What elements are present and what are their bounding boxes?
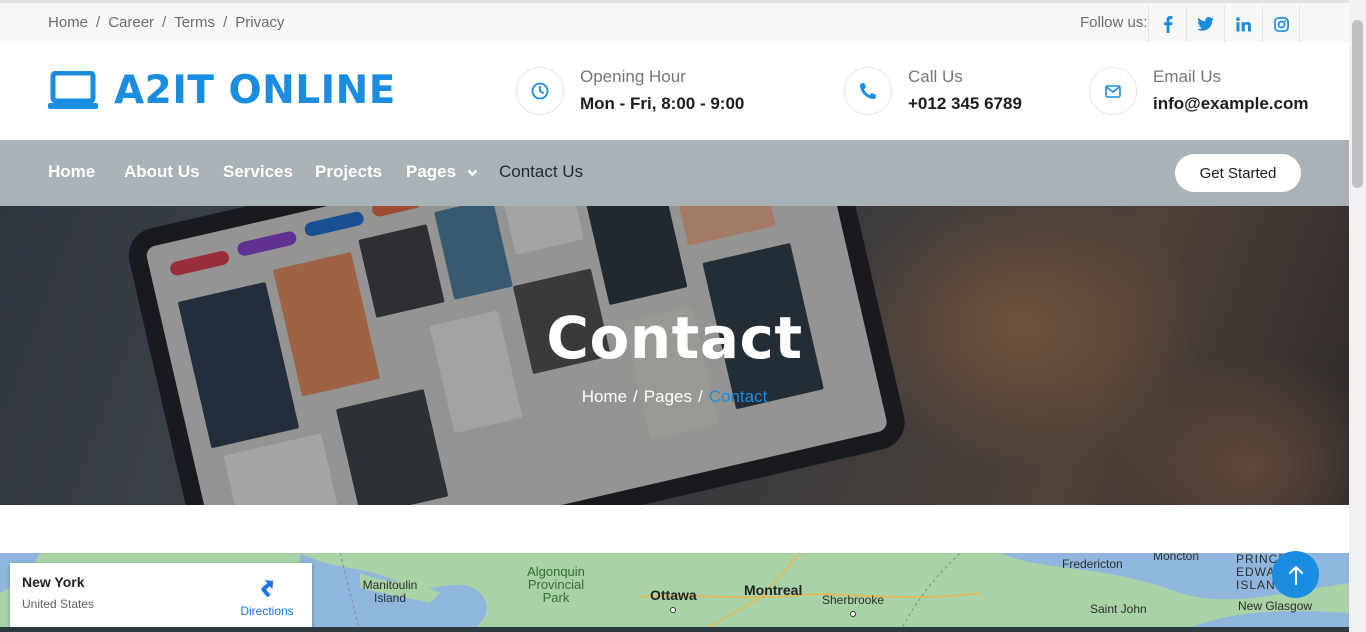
location-map[interactable]: Manitoulin Island Algonquin Provincial P… [0,553,1349,632]
map-label-saint-john: Saint John [1090,602,1147,616]
top-link-terms[interactable]: Terms [174,14,215,31]
laptop-icon [48,70,98,109]
map-bottom-strip [0,627,1349,632]
top-link-separator: / [96,14,101,31]
directions-button[interactable]: Directions [239,575,295,618]
page-scrollbar[interactable] [1349,0,1366,632]
call-us-value[interactable]: +012 345 6789 [908,94,1022,114]
phone-icon [844,67,892,115]
map-label-montreal: Montreal [744,582,803,598]
page-title: Contact [546,304,803,372]
clock-icon [516,67,564,115]
nav-about-us[interactable]: About Us [124,162,200,182]
map-label-ottawa: Ottawa [650,587,697,615]
email-us-block: Email Us info@example.com [1089,67,1308,115]
instagram-icon[interactable] [1262,6,1300,42]
map-label-fredericton: Fredericton [1062,557,1123,571]
map-label-new-glasgow: New Glasgow [1238,599,1313,613]
arrow-up-icon [1288,565,1303,585]
nav-home[interactable]: Home [48,162,95,182]
top-link-home[interactable]: Home [48,14,88,31]
map-label-ottawa-text: Ottawa [650,587,697,603]
opening-hour-label: Opening Hour [580,67,686,86]
nav-services[interactable]: Services [223,162,293,182]
city-dot [850,611,857,617]
get-started-button[interactable]: Get Started [1175,154,1301,192]
email-us-value[interactable]: info@example.com [1153,94,1308,114]
directions-icon [261,580,274,598]
opening-hour-block: Opening Hour Mon - Fri, 8:00 - 9:00 [516,67,744,115]
opening-hour-value: Mon - Fri, 8:00 - 9:00 [580,94,745,113]
linkedin-icon[interactable] [1224,6,1262,42]
top-link-separator: / [223,14,228,31]
map-place-name: New York [22,574,85,590]
site-header: A2IT ONLINE Opening Hour Mon - Fri, 8:00… [0,42,1349,140]
chevron-down-icon [467,169,478,176]
map-label-manitoulin: Manitoulin Island [362,578,418,605]
follow-us-label: Follow us: [1080,14,1148,31]
twitter-icon[interactable] [1186,6,1224,42]
breadcrumb-current: Contact [708,387,768,406]
breadcrumb: Home / Pages / Contact [0,387,1349,407]
email-us-label: Email Us [1153,67,1222,86]
top-link-separator: / [162,14,167,31]
facebook-icon[interactable] [1148,6,1186,42]
main-nav: Home About Us Services Projects Pages Co… [0,140,1349,206]
top-link-career[interactable]: Career [108,14,154,31]
envelope-icon [1089,67,1137,115]
call-us-label: Call Us [908,67,963,86]
top-links: Home / Career / Terms / Privacy [48,14,284,31]
call-us-block: Call Us +012 345 6789 [844,67,1022,115]
breadcrumb-home[interactable]: Home [582,387,627,406]
nav-contact-us[interactable]: Contact Us [499,162,583,182]
scrollbar-thumb[interactable] [1352,20,1363,188]
directions-label: Directions [240,604,294,618]
brand-logo[interactable]: A2IT ONLINE [48,68,396,113]
nav-projects[interactable]: Projects [315,162,382,182]
map-place-card: New York United States Directions [10,563,312,632]
breadcrumb-separator: / [633,387,638,406]
breadcrumb-pages[interactable]: Pages [644,387,692,406]
nav-pages[interactable]: Pages [406,162,478,182]
map-label-sherbrooke: Sherbrooke [822,594,884,620]
nav-pages-label: Pages [406,162,457,181]
back-to-top-button[interactable] [1272,551,1319,598]
brand-name: A2IT ONLINE [114,68,396,113]
breadcrumb-separator: / [697,387,703,406]
top-link-privacy[interactable]: Privacy [235,14,284,31]
map-label-sherbrooke-text: Sherbrooke [822,593,885,607]
map-label-algonquin: Algonquin Provincial Park [527,564,585,605]
top-bar: Home / Career / Terms / Privacy Follow us: [0,0,1349,42]
map-label-moncton: Moncton [1153,553,1200,563]
page-hero: Contact Home / Pages / Contact [0,206,1349,505]
city-dot [670,607,677,613]
map-place-country: United States [22,597,95,611]
